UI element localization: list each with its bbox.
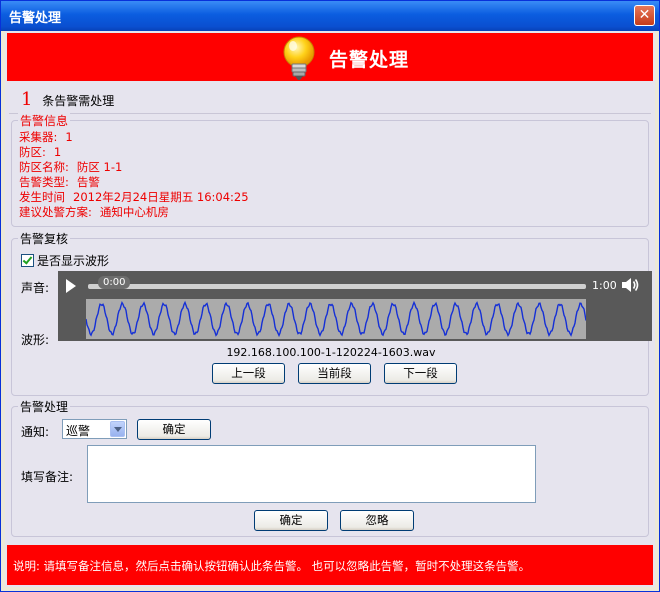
info-value: 防区 1-1 [76,160,123,174]
current-time: 0:00 [98,276,131,289]
notify-confirm-button[interactable]: 确定 [137,419,211,440]
waveform-line [86,300,586,338]
info-value: 1 [65,130,73,144]
alarm-info-title: 告警信息 [18,112,71,129]
alarm-count: 1 条告警需处理 [21,89,114,110]
close-button[interactable]: ✕ [634,5,655,26]
instruction-text: 说明: 请填写备注信息，然后点击确认按钮确认此条告警。 也可以忽略此告警，暂时不… [13,559,531,573]
dialog-body: 告警处理 1 条告警需处理 告警信息 采集器: 1 防区: 1 防区名称: 防区 1-… [5,31,655,587]
info-key: 发生时间 [19,190,65,204]
remark-label: 填写备注: [21,470,74,484]
close-icon: ✕ [638,7,651,23]
notify-select[interactable]: 巡警 [62,419,127,439]
alarm-review-group: 告警复核 是否显示波形 声音: 波形: 0:00 1:00 192.168.10… [11,230,652,396]
audio-player: 0:00 1:00 [58,271,652,341]
header-banner: 告警处理 [7,33,653,81]
next-segment-button[interactable]: 下一段 [384,363,457,384]
show-waveform-checkbox[interactable]: 是否显示波形 [21,252,109,269]
info-value: 告警 [76,175,100,189]
checkbox-checked-icon[interactable] [21,254,34,267]
info-key: 防区名称: [19,160,69,174]
alarm-handling-group: 告警处理 通知: 巡警 确定 填写备注: 确定 忽略 [11,398,649,537]
duration: 1:00 [592,279,617,292]
instruction-footer: 说明: 请填写备注信息，然后点击确认按钮确认此条告警。 也可以忽略此告警，暂时不… [7,545,653,585]
info-row-collector: 采集器: 1 [19,129,73,145]
audio-filename: 192.168.100.100-1-120224-1603.wav [226,346,436,359]
info-value: 1 [53,145,62,159]
alarm-count-number: 1 [21,89,33,110]
info-row-plan: 建议处警方案: 通知中心机房 [19,204,169,220]
seek-bar[interactable]: 0:00 [88,276,586,289]
info-row-alarm-type: 告警类型: 告警 [19,174,100,190]
info-key: 防区: [19,145,46,159]
info-value: 通知中心机房 [99,205,169,219]
window-title: 告警处理 [9,11,62,26]
info-row-zone: 防区: 1 [19,144,61,160]
info-row-zone-name: 防区名称: 防区 1-1 [19,159,122,175]
notify-selected-value: 巡警 [66,424,91,438]
play-icon[interactable] [66,279,76,293]
current-segment-button[interactable]: 当前段 [298,363,371,384]
alarm-review-title: 告警复核 [18,230,71,247]
remark-textarea[interactable] [87,445,536,503]
show-waveform-label: 是否显示波形 [37,254,110,268]
sound-label: 声音: [21,281,50,295]
waveform-display [86,299,586,339]
info-key: 告警类型: [19,175,69,189]
alarm-dialog-window: 告警处理 ✕ 告警处理 1 条告警需处理 告警信息 采集器: 1 防区: 1 防… [0,0,660,592]
info-row-time: 发生时间 2012年2月24日星期五 16:04:25 [19,189,249,205]
volume-icon[interactable] [620,276,640,294]
confirm-button[interactable]: 确定 [254,510,328,531]
ignore-button[interactable]: 忽略 [340,510,414,531]
info-key: 建议处警方案: [19,205,92,219]
chevron-down-icon[interactable] [110,421,125,437]
info-value: 2012年2月24日星期五 16:04:25 [73,190,249,204]
notify-label: 通知: [21,425,50,439]
previous-segment-button[interactable]: 上一段 [212,363,285,384]
alarm-handling-title: 告警处理 [18,398,71,415]
alarm-count-label: 条告警需处理 [42,94,115,108]
info-key: 采集器: [19,130,58,144]
alarm-info-group: 告警信息 采集器: 1 防区: 1 防区名称: 防区 1-1 告警类型: 告警 发生时间… [11,112,649,227]
title-bar[interactable]: 告警处理 ✕ [1,1,659,31]
banner-title: 告警处理 [329,49,410,71]
divider [9,113,651,114]
lightbulb-icon [283,36,315,80]
